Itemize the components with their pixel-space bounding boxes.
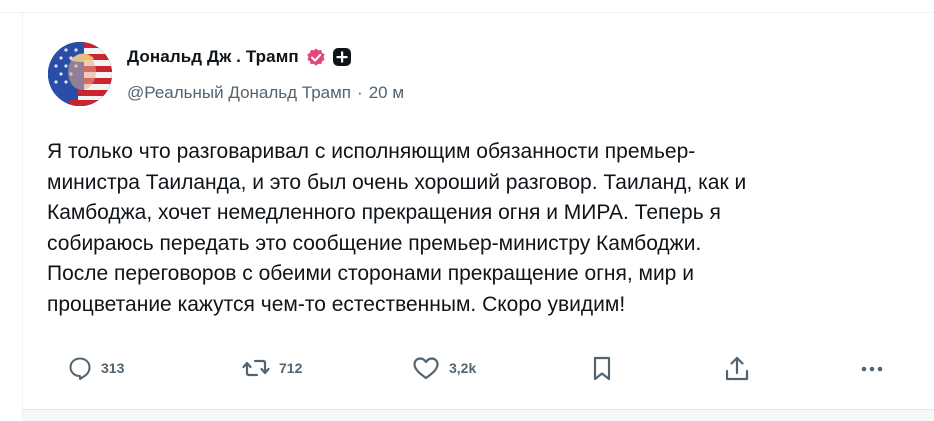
- like-count: 3,2k: [449, 360, 477, 376]
- bookmark-button[interactable]: [591, 355, 613, 383]
- post-card[interactable]: Дональд Дж . Трамп @Реальный Дональд Тра…: [22, 13, 934, 409]
- author-name[interactable]: Дональд Дж . Трамп: [127, 47, 299, 67]
- repost-icon: [241, 355, 271, 381]
- action-bar: 313 712 3,2k: [23, 349, 934, 393]
- bookmark-icon: [591, 355, 613, 383]
- more-button[interactable]: [857, 355, 887, 381]
- author-handle[interactable]: @Реальный Дональд Трамп: [127, 83, 351, 103]
- repost-count: 712: [279, 360, 303, 376]
- like-button[interactable]: 3,2k: [411, 355, 476, 381]
- avatar[interactable]: [48, 42, 112, 106]
- reply-button[interactable]: 313: [67, 355, 124, 381]
- post-header: Дональд Дж . Трамп @Реальный Дональд Тра…: [127, 44, 404, 103]
- heart-icon: [411, 355, 441, 381]
- share-button[interactable]: [723, 355, 751, 383]
- repost-button[interactable]: 712: [241, 355, 302, 381]
- post-time[interactable]: 20 м: [369, 83, 404, 103]
- plus-badge-icon: [332, 47, 352, 67]
- separator-dot: ·: [357, 83, 363, 102]
- reply-count: 313: [101, 360, 125, 376]
- more-icon: [857, 355, 887, 381]
- next-post-area: [22, 410, 934, 421]
- verified-badge-icon: [305, 46, 327, 68]
- share-icon: [723, 355, 751, 383]
- reply-icon: [67, 355, 93, 381]
- post-text: Я только что разговаривал с исполняющим …: [47, 140, 747, 316]
